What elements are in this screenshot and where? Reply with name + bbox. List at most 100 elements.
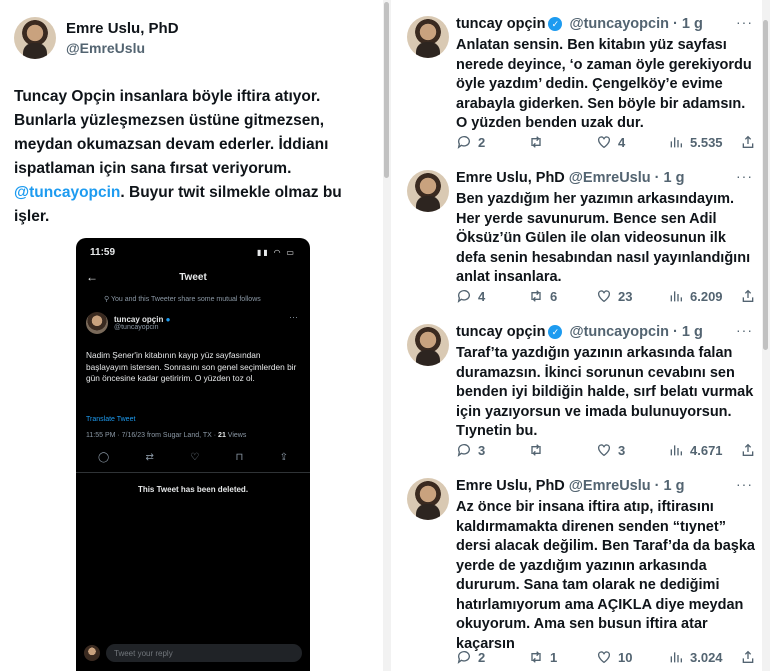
views-label: Views bbox=[225, 432, 247, 439]
reply-actions: 2 4 5.535 bbox=[456, 134, 756, 150]
mutual-follows-text: You and this Tweeter share some mutual f… bbox=[110, 296, 261, 303]
views-count: 5.535 bbox=[690, 134, 723, 150]
embedded-tweet-actions: ◯ ⇄ ♡ ⊓ ⇪ bbox=[98, 452, 288, 463]
person-icon: ⚲ bbox=[104, 296, 111, 303]
divider bbox=[76, 472, 310, 473]
author-name[interactable]: Emre Uslu, PhD bbox=[456, 478, 565, 494]
retweet-button[interactable]: 1 bbox=[528, 649, 596, 665]
reply-header: Emre Uslu, PhD @EmreUslu · 1 g bbox=[456, 478, 684, 494]
retweet-button[interactable] bbox=[528, 134, 596, 150]
reply-button[interactable]: 3 bbox=[456, 442, 528, 458]
like-icon bbox=[596, 442, 612, 458]
author-handle: @tuncayopcin bbox=[114, 324, 159, 331]
author-name[interactable]: Emre Uslu, PhD bbox=[66, 20, 179, 37]
author-handle-time[interactable]: @EmreUslu · 1 g bbox=[569, 170, 685, 186]
like-count: 10 bbox=[618, 649, 633, 665]
more-icon[interactable]: ··· bbox=[736, 168, 753, 184]
bookmark-icon: ⊓ bbox=[235, 452, 244, 463]
author-handle-time[interactable]: @tuncayopcin · 1 g bbox=[569, 16, 702, 32]
like-icon bbox=[596, 649, 612, 665]
views-icon bbox=[668, 288, 684, 304]
like-count: 3 bbox=[618, 442, 626, 458]
reply-count: 4 bbox=[478, 288, 486, 304]
avatar[interactable] bbox=[407, 324, 449, 366]
views-count: 3.024 bbox=[690, 649, 723, 665]
share-button[interactable] bbox=[740, 288, 756, 304]
like-count: 4 bbox=[618, 134, 626, 150]
reply-text: Anlatan sensin. Ben kitabın yüz sayfası … bbox=[456, 37, 752, 131]
author-name[interactable]: tuncay opçin bbox=[456, 16, 545, 32]
reply-count: 3 bbox=[478, 442, 486, 458]
views-button[interactable]: 6.209 bbox=[668, 288, 738, 304]
translate-link: Translate Tweet bbox=[86, 416, 136, 423]
like-icon bbox=[596, 134, 612, 150]
views-count: 6.209 bbox=[690, 288, 723, 304]
share-icon bbox=[740, 134, 756, 150]
avatar[interactable] bbox=[14, 17, 56, 59]
retweet-icon bbox=[528, 134, 544, 150]
reply-count: 2 bbox=[478, 134, 486, 150]
reply-button[interactable]: 2 bbox=[456, 649, 528, 665]
more-icon[interactable]: ··· bbox=[736, 322, 753, 338]
like-button[interactable]: 3 bbox=[596, 442, 668, 458]
share-button[interactable] bbox=[740, 649, 756, 665]
like-button[interactable]: 23 bbox=[596, 288, 668, 304]
share-button[interactable] bbox=[740, 134, 756, 150]
author-name: tuncay opçin bbox=[114, 315, 164, 324]
mention-link[interactable]: @tuncayopcin bbox=[14, 184, 120, 201]
main-tweet-text: Tuncay Opçin insanlara böyle iftira atıy… bbox=[14, 85, 374, 229]
author-name[interactable]: tuncay opçin bbox=[456, 324, 545, 340]
avatar[interactable] bbox=[407, 170, 449, 212]
avatar[interactable] bbox=[407, 478, 449, 520]
phone-status-bar: 11:59 ▮▮ ◠ ▭ bbox=[76, 238, 310, 266]
share-button[interactable] bbox=[740, 442, 756, 458]
reply-input: Tweet your reply bbox=[106, 644, 302, 662]
views-icon bbox=[668, 442, 684, 458]
author-handle-time[interactable]: @EmreUslu · 1 g bbox=[569, 478, 685, 494]
retweet-button[interactable] bbox=[528, 442, 596, 458]
views-icon bbox=[668, 649, 684, 665]
more-icon: ··· bbox=[289, 312, 298, 322]
embedded-tweet-screenshot[interactable]: 11:59 ▮▮ ◠ ▭ ← Tweet ⚲ You and this Twee… bbox=[76, 238, 310, 671]
views-button[interactable]: 4.671 bbox=[668, 442, 738, 458]
avatar[interactable] bbox=[407, 16, 449, 58]
scrollbar-thumb[interactable] bbox=[384, 2, 389, 178]
author-name[interactable]: Emre Uslu, PhD bbox=[456, 170, 565, 186]
like-icon bbox=[596, 288, 612, 304]
phone-clock: 11:59 bbox=[90, 246, 116, 258]
reply-text: Taraf’ta yazdığın yazının arkasında fala… bbox=[456, 345, 754, 439]
views-button[interactable]: 3.024 bbox=[668, 649, 738, 665]
reply-icon bbox=[456, 134, 472, 150]
reply-button[interactable]: 4 bbox=[456, 288, 528, 304]
retweet-button[interactable]: 6 bbox=[528, 288, 596, 304]
like-count: 23 bbox=[618, 288, 633, 304]
share-icon bbox=[740, 288, 756, 304]
reply-button[interactable]: 2 bbox=[456, 134, 528, 150]
share-icon bbox=[740, 649, 756, 665]
main-tweet-author[interactable]: Emre Uslu, PhD @EmreUslu bbox=[14, 17, 179, 59]
signal-wifi-battery-icon: ▮▮ ◠ ▭ bbox=[257, 247, 296, 257]
reply-actions: 4 6 23 6.209 bbox=[456, 288, 756, 304]
more-icon[interactable]: ··· bbox=[736, 14, 753, 30]
author-handle-time[interactable]: @tuncayopcin · 1 g bbox=[569, 324, 702, 340]
like-icon: ♡ bbox=[190, 452, 200, 463]
like-button[interactable]: 4 bbox=[596, 134, 668, 150]
phone-top-bar: ← Tweet bbox=[76, 266, 310, 288]
embedded-tweet-meta: 11:55 PM · 7/16/23 from Sugar Land, TX ·… bbox=[86, 432, 246, 439]
views-button[interactable]: 5.535 bbox=[668, 134, 738, 150]
scrollbar-thumb[interactable] bbox=[763, 20, 768, 350]
share-icon bbox=[740, 442, 756, 458]
reply-text: Ben yazdığım her yazımın arkasındayım. H… bbox=[456, 191, 751, 285]
reply-icon bbox=[456, 442, 472, 458]
verified-icon: ✓ bbox=[548, 17, 563, 31]
retweet-icon bbox=[528, 649, 544, 665]
like-button[interactable]: 10 bbox=[596, 649, 668, 665]
author-handle[interactable]: @EmreUslu bbox=[66, 40, 179, 56]
embedded-tweet-author: tuncay opçin ● @tuncayopcin bbox=[86, 312, 170, 334]
views-icon bbox=[668, 134, 684, 150]
retweet-count: 1 bbox=[550, 649, 558, 665]
scrollbar[interactable] bbox=[383, 0, 391, 671]
more-icon[interactable]: ··· bbox=[736, 476, 753, 492]
avatar bbox=[84, 645, 100, 661]
scrollbar[interactable] bbox=[762, 0, 770, 671]
